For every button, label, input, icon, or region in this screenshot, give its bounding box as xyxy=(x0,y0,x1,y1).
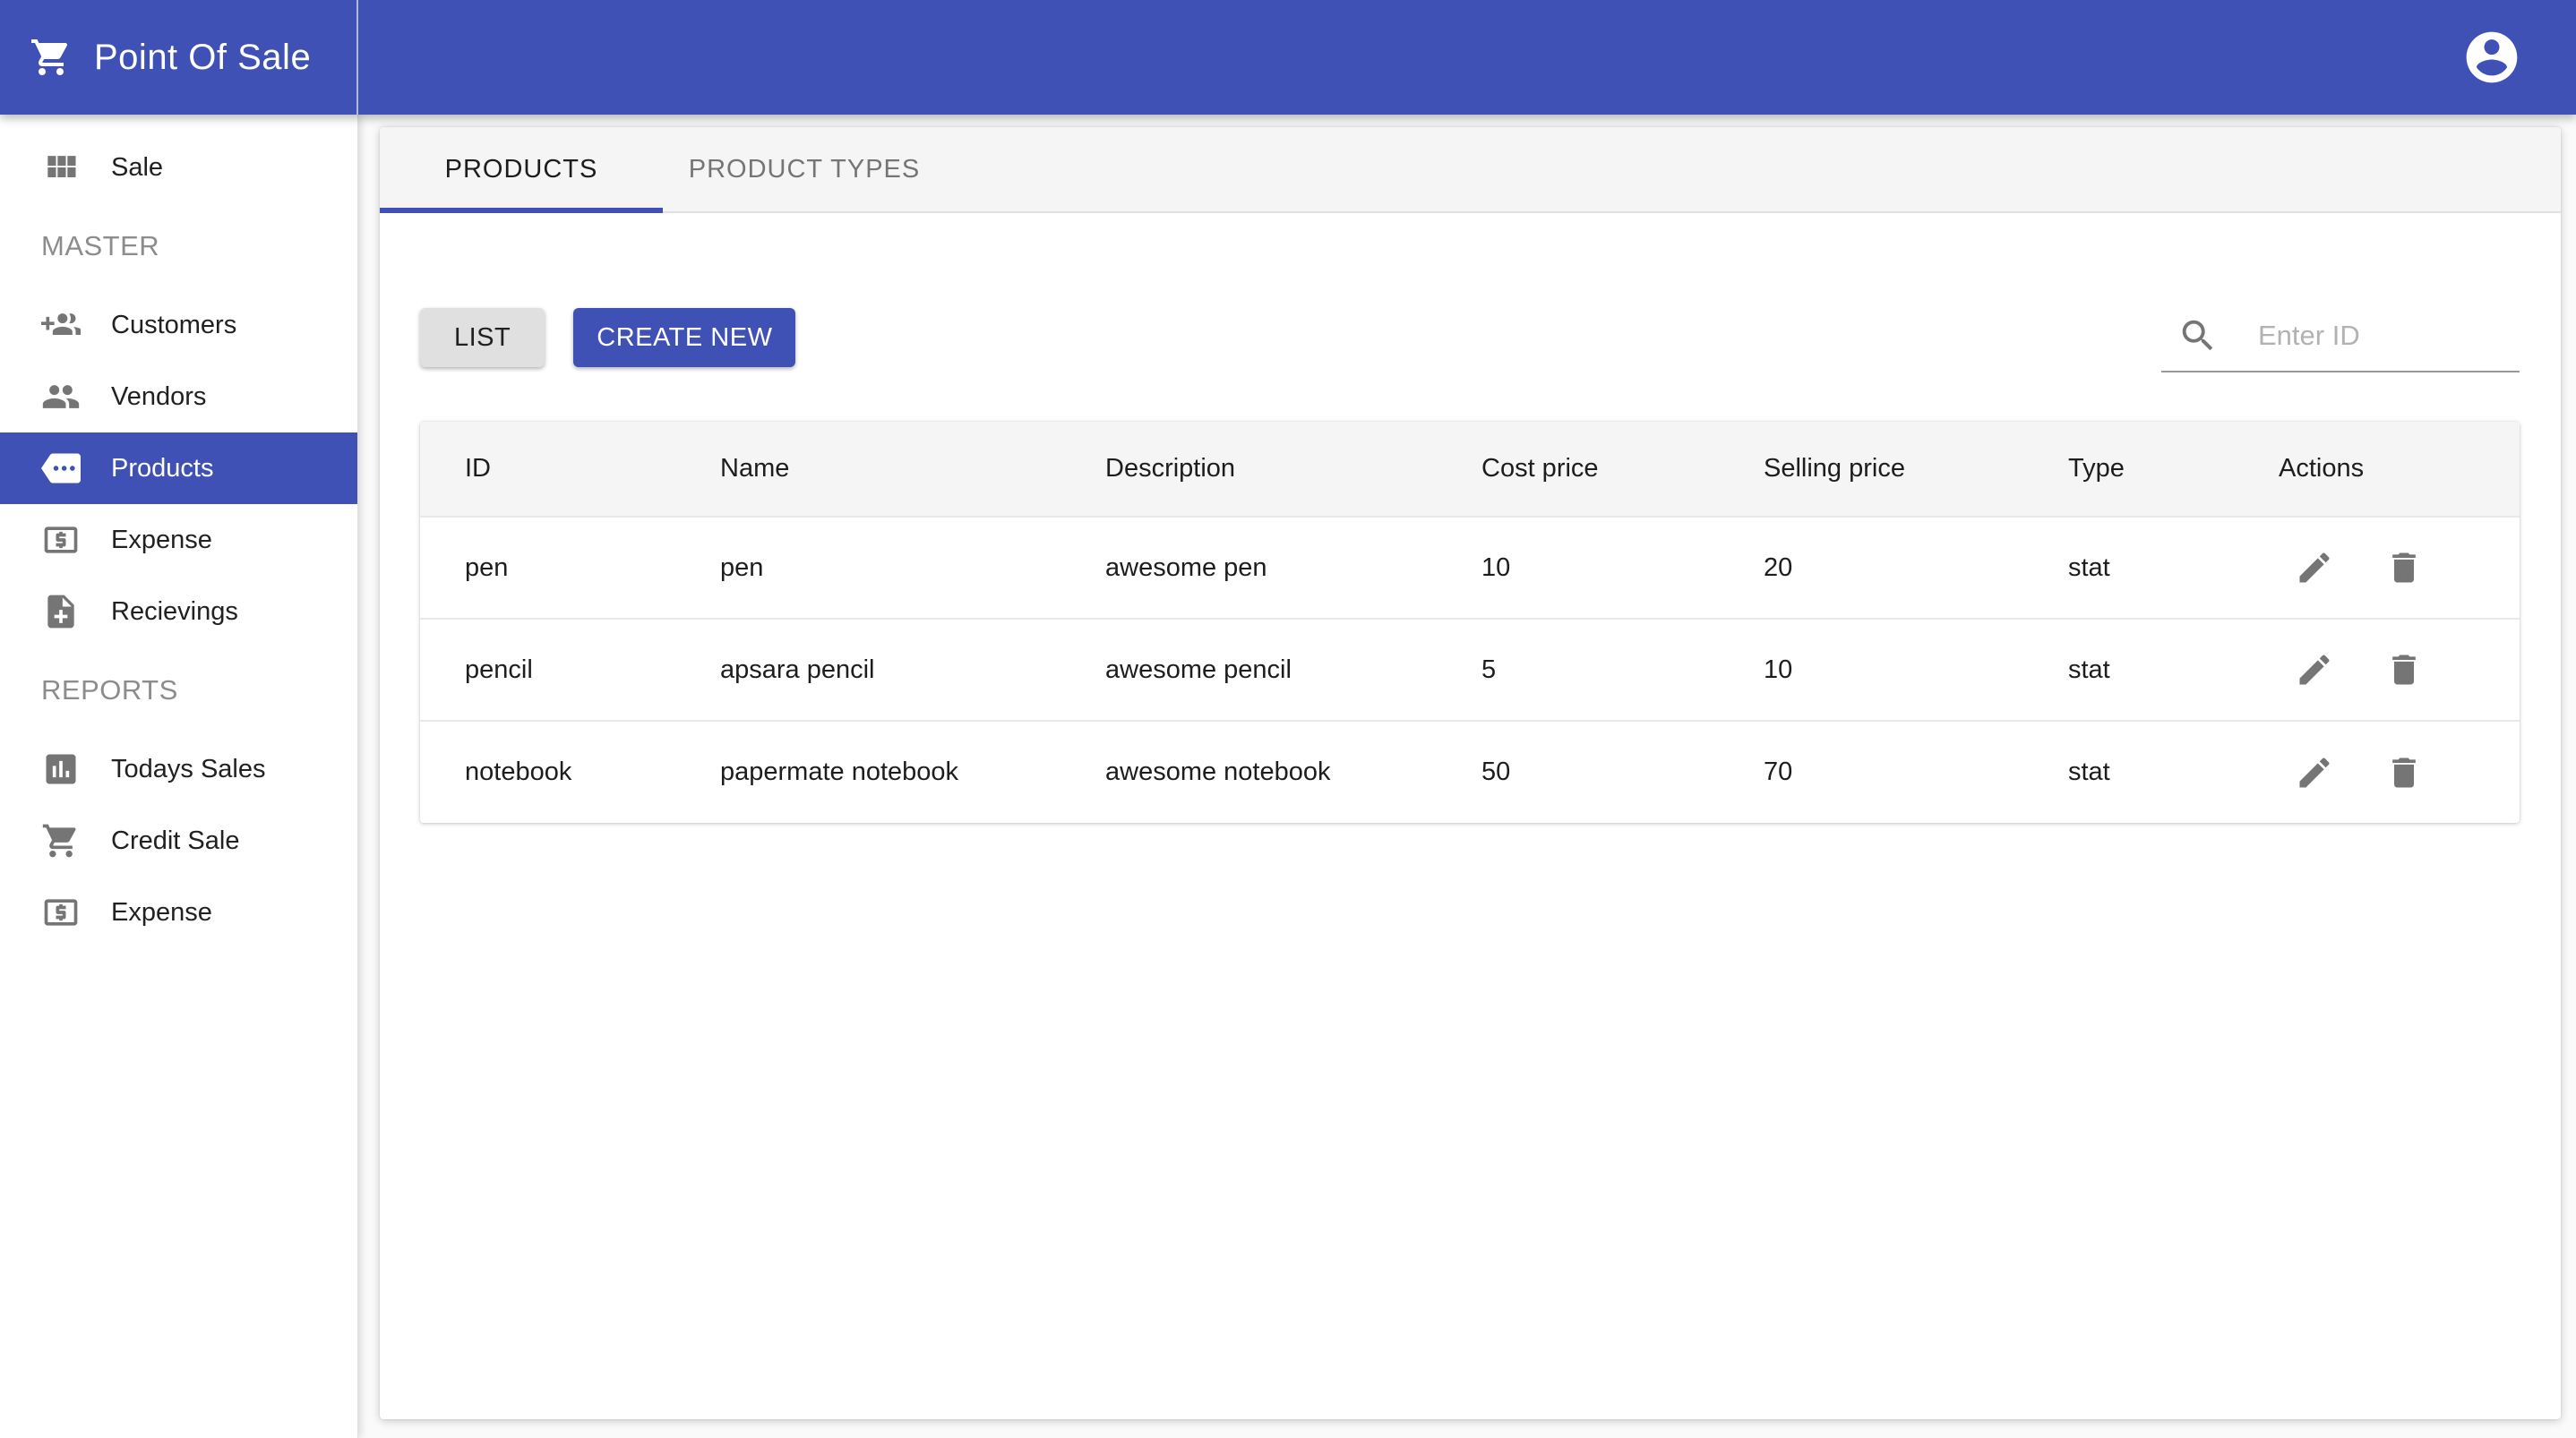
products-table-card: ID Name Description Cost price Selling p… xyxy=(420,422,2520,823)
tab-products[interactable]: PRODUCTS xyxy=(380,127,663,213)
sidebar-heading-reports: REPORTS xyxy=(41,674,178,706)
products-table: ID Name Description Cost price Selling p… xyxy=(420,422,2520,823)
toolbar: LIST CREATE NEW xyxy=(420,308,2561,381)
list-button[interactable]: LIST xyxy=(420,308,545,367)
note-add-icon xyxy=(41,592,81,631)
sidebar-item-label: Customers xyxy=(111,310,237,339)
cell-type: stat xyxy=(2068,552,2110,582)
tab-bar: PRODUCTS PRODUCT TYPES xyxy=(380,127,2561,213)
money-icon xyxy=(41,893,81,932)
sidebar-item-customers[interactable]: Customers xyxy=(0,289,357,361)
tab-product-types[interactable]: PRODUCT TYPES xyxy=(663,127,946,211)
products-card: PRODUCTS PRODUCT TYPES LIST CREATE NEW E… xyxy=(380,127,2561,1419)
cell-id: pencil xyxy=(465,655,533,684)
column-header-type: Type xyxy=(2068,454,2125,483)
table-row: pen pen awesome pen 10 20 stat xyxy=(420,517,2520,619)
shopping-cart-icon xyxy=(41,821,81,860)
tab-content: LIST CREATE NEW Enter ID ID Name Descrip… xyxy=(380,213,2561,1419)
cell-type: stat xyxy=(2068,758,2110,786)
cell-cost-price: 50 xyxy=(1481,758,1511,786)
edit-icon[interactable] xyxy=(2295,548,2334,587)
sidebar-item-expense[interactable]: Expense xyxy=(0,504,357,576)
shopping-cart-icon xyxy=(30,36,73,79)
people-icon xyxy=(41,377,81,416)
sidebar-item-label: Sale xyxy=(111,152,164,182)
delete-icon[interactable] xyxy=(2384,753,2424,792)
bar-chart-icon xyxy=(41,749,81,789)
tag-icon xyxy=(41,449,81,488)
sidebar: Sale MASTER Customers Vendors Products E… xyxy=(0,115,358,1438)
sidebar-item-label: Vendors xyxy=(111,381,207,411)
app-title: Point Of Sale xyxy=(94,37,312,77)
edit-icon[interactable] xyxy=(2295,650,2334,689)
cell-selling-price: 70 xyxy=(1764,758,1793,786)
search-field[interactable] xyxy=(2161,315,2561,372)
column-header-cost-price: Cost price xyxy=(1481,454,1599,483)
cell-selling-price: 20 xyxy=(1764,552,1793,582)
account-circle-icon[interactable] xyxy=(2461,27,2522,88)
cell-name: papermate notebook xyxy=(720,758,959,786)
column-header-name: Name xyxy=(720,454,790,483)
table-header-row: ID Name Description Cost price Selling p… xyxy=(420,422,2520,517)
cell-description: awesome pen xyxy=(1105,552,1267,582)
column-header-id: ID xyxy=(465,454,491,483)
search-input[interactable] xyxy=(2258,320,2561,352)
app-header: Point Of Sale xyxy=(0,0,2576,115)
main-area: PRODUCTS PRODUCT TYPES LIST CREATE NEW E… xyxy=(358,115,2576,1438)
cell-id: pen xyxy=(465,552,509,582)
sidebar-item-label: Recievings xyxy=(111,596,238,626)
delete-icon[interactable] xyxy=(2384,548,2424,587)
sidebar-item-label: Products xyxy=(111,453,214,483)
sidebar-item-sale[interactable]: Sale xyxy=(0,132,357,203)
sidebar-item-label: Expense xyxy=(111,897,212,927)
cell-selling-price: 10 xyxy=(1764,655,1793,684)
sidebar-item-credit-sale[interactable]: Credit Sale xyxy=(0,805,357,877)
sidebar-item-label: Expense xyxy=(111,525,212,554)
cell-cost-price: 5 xyxy=(1481,655,1497,684)
button-group: LIST CREATE NEW xyxy=(420,308,796,367)
sidebar-item-recievings[interactable]: Recievings xyxy=(0,576,357,647)
sidebar-item-products[interactable]: Products xyxy=(0,432,357,504)
cell-type: stat xyxy=(2068,655,2110,684)
search-icon xyxy=(2177,315,2219,356)
column-header-description: Description xyxy=(1105,454,1236,483)
cell-cost-price: 10 xyxy=(1481,552,1511,582)
grid-icon xyxy=(41,148,81,187)
column-header-selling-price: Selling price xyxy=(1764,454,1905,483)
person-add-icon xyxy=(41,305,81,345)
edit-icon[interactable] xyxy=(2295,753,2334,792)
brand: Point Of Sale xyxy=(0,0,358,115)
column-header-actions: Actions xyxy=(2279,454,2365,483)
sidebar-item-todays-sales[interactable]: Todays Sales xyxy=(0,733,357,805)
delete-icon[interactable] xyxy=(2384,650,2424,689)
cell-description: awesome notebook xyxy=(1105,758,1331,786)
sidebar-heading-master: MASTER xyxy=(41,230,160,261)
cell-description: awesome pencil xyxy=(1105,655,1292,684)
table-row: pencil apsara pencil awesome pencil 5 10… xyxy=(420,619,2520,721)
sidebar-item-label: Credit Sale xyxy=(111,826,240,855)
sidebar-item-vendors[interactable]: Vendors xyxy=(0,361,357,432)
sidebar-item-label: Todays Sales xyxy=(111,754,266,783)
cell-id: notebook xyxy=(465,758,572,786)
cell-name: pen xyxy=(720,552,764,582)
cell-name: apsara pencil xyxy=(720,655,875,684)
create-new-button[interactable]: CREATE NEW xyxy=(573,308,796,367)
table-row: notebook papermate notebook awesome note… xyxy=(420,721,2520,823)
money-icon xyxy=(41,520,81,560)
sidebar-item-expense-report[interactable]: Expense xyxy=(0,877,357,948)
